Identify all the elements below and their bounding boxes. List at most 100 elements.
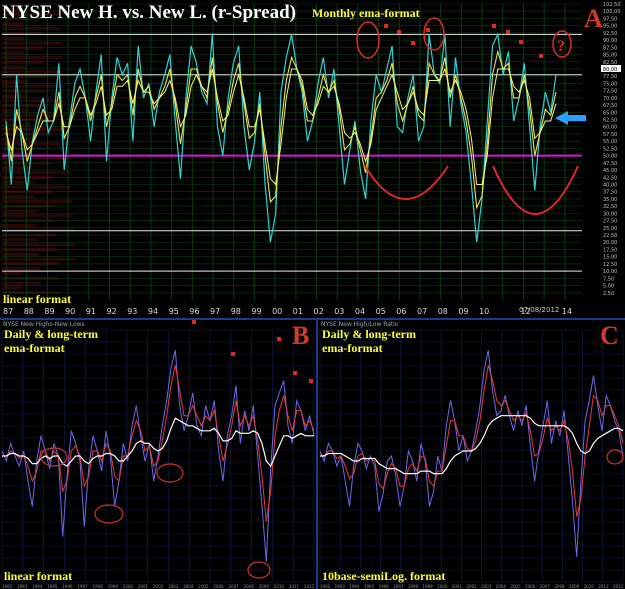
panel-a-date-marker: 07/08/2012: [519, 306, 560, 314]
volume-bar: [2, 209, 36, 213]
y-tick-label: 90,00: [603, 38, 617, 44]
x-tick-label: 93: [127, 307, 137, 316]
volume-bar: [2, 267, 40, 271]
panel-b-plot: 1992 1993 1994 1995 1996 1997 1998 1999 2000 2001…: [1, 320, 315, 589]
volume-bar: [2, 185, 71, 189]
series-line: [319, 350, 624, 557]
x-tick-label: 98: [231, 307, 241, 316]
panel-b-label: Daily & long-term ema-format: [4, 327, 98, 355]
peak-marker: [397, 30, 401, 34]
x-tick-label: 2007: [540, 584, 551, 589]
volume-bar: [2, 252, 39, 256]
peak-marker: [426, 28, 430, 32]
volume-bar: [2, 166, 33, 170]
volume-bar: [2, 200, 72, 203]
peak-marker: [506, 30, 510, 34]
volume-bar: [2, 41, 61, 45]
y-tick-label: 67,50: [603, 103, 617, 109]
x-tick-label: 2011: [598, 584, 609, 589]
y-tick-label: 17,50: [603, 247, 617, 253]
panel-c-plot: 1992 1993 1994 1995 1996 1997 1998 1999 2000 2001…: [319, 329, 624, 589]
x-tick-label: 91: [86, 307, 96, 316]
x-tick-label: 10: [479, 307, 489, 316]
x-tick-label: 87: [3, 307, 13, 316]
x-tick-label: 1997: [78, 584, 89, 589]
peak-marker: [539, 54, 543, 58]
x-tick-label: 2009: [569, 584, 580, 589]
x-tick-label: 2008: [244, 584, 255, 589]
annotation-arc: [364, 165, 449, 200]
y-tick-label: 42,50: [603, 175, 617, 181]
x-tick-label: 14: [562, 307, 572, 316]
x-tick-label: 97: [210, 307, 220, 316]
volume-bar: [2, 36, 24, 40]
y-tick-label: 70,00: [603, 96, 617, 102]
volume-bar: [2, 84, 64, 88]
volume-bar: [2, 56, 62, 59]
panel-a-format-note: linear format: [3, 292, 72, 306]
y-tick-label: 40,00: [603, 182, 617, 188]
x-tick-label: 2003: [168, 584, 179, 589]
volume-bar: [2, 113, 66, 117]
x-tick-label: 2005: [510, 584, 521, 589]
x-tick-label: 2010: [274, 584, 285, 589]
y-tick-label: 100,00: [603, 9, 621, 15]
y-tick-label: 82,50: [603, 60, 617, 66]
volume-bar: [2, 195, 35, 199]
x-tick-label: 92: [107, 307, 117, 316]
panel-c-format-note: 10base-semiLog. format: [322, 569, 446, 583]
x-tick-label: 1997: [393, 584, 404, 589]
x-tick-label: 88: [24, 307, 34, 316]
x-tick-label: 08: [438, 307, 448, 316]
x-tick-label: 94: [148, 307, 158, 316]
y-tick-label: 85,00: [603, 53, 617, 59]
x-tick-label: 95: [169, 307, 179, 316]
panel-a-plot: ?102,50100,0097,5095,0092,5090,0087,5085…: [2, 2, 621, 316]
panel-c-corner-label: C: [600, 321, 619, 350]
y-tick-label: 12,50: [603, 262, 617, 268]
volume-bar: [2, 132, 49, 136]
annotation-circle: [94, 504, 124, 524]
volume-bar: [2, 27, 60, 31]
x-tick-label: 2005: [198, 584, 209, 589]
x-tick-label: 07: [417, 307, 427, 316]
x-tick-label: 89: [44, 307, 54, 316]
panel-b-corner-label: B: [292, 321, 310, 350]
volume-bar: [2, 89, 46, 93]
volume-bar: [2, 46, 43, 50]
chart-subtitle: Monthly ema-format: [312, 6, 420, 20]
panel-c-chart: 1992 1993 1994 1995 1996 1997 1998 1999 2000 2001…: [318, 320, 625, 589]
x-tick-label: 2003: [481, 584, 492, 589]
peak-marker: [492, 24, 496, 28]
panel-b-format-note: linear format: [4, 569, 73, 583]
y-tick-label: 87,50: [603, 45, 617, 51]
x-tick-label: 1998: [408, 584, 419, 589]
x-tick-label: 2006: [525, 584, 536, 589]
y-tick-label: 2,50: [603, 291, 614, 297]
y-tick-label: 102,50: [603, 2, 621, 8]
x-tick-label: 1995: [364, 584, 375, 589]
x-tick-label: 02: [314, 307, 324, 316]
x-tick-label: 03: [334, 307, 344, 316]
panel-b-chart: 1992 1993 1994 1995 1996 1997 1998 1999 2000 2001…: [0, 320, 318, 589]
x-tick-label: 99: [251, 307, 261, 316]
volume-bar: [2, 257, 76, 261]
y-tick-label: 97,50: [603, 16, 617, 22]
volume-bar: [2, 180, 34, 184]
x-tick-label: 06: [396, 307, 406, 316]
x-tick-label: 1994: [32, 584, 43, 589]
annotation-circle: [156, 463, 184, 483]
x-tick-label: 2012: [304, 584, 315, 589]
volume-bar: [2, 272, 22, 275]
x-tick-label: 04: [355, 307, 365, 316]
x-tick-label: 1992: [2, 584, 13, 589]
x-tick-label: 1995: [47, 584, 58, 589]
y-tick-label: 30,00: [603, 211, 617, 217]
peak-marker: [384, 24, 388, 28]
x-tick-label: 00: [272, 307, 282, 316]
x-tick-label: 2004: [183, 584, 194, 589]
y-tick-label: 65,00: [603, 110, 617, 116]
y-tick-label: 62,50: [603, 118, 617, 124]
y-tick-label: 15,00: [603, 255, 617, 261]
series-line: [319, 365, 624, 517]
